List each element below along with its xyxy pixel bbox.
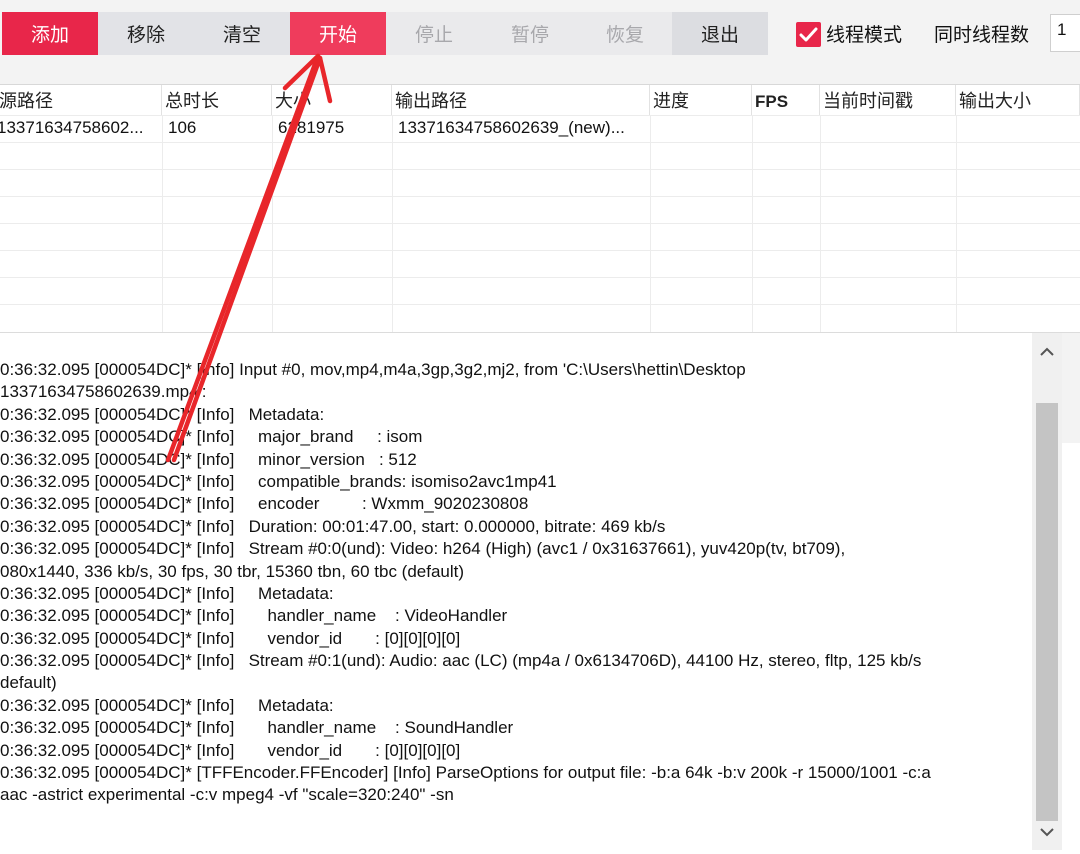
cell-output-path: 13371634758602639_(new)...	[398, 118, 625, 137]
log-line: 0:36:32.095 [000054DC]* [TFFEncoder.FFEn…	[0, 763, 931, 783]
log-line: 0:36:32.095 [000054DC]* [Info] Metadata:	[0, 583, 334, 603]
log-line: 13371634758602639.mp4':	[0, 382, 207, 402]
thread-count-label: 同时线程数	[934, 24, 1030, 46]
log-line: 0:36:32.095 [000054DC]* [Info] Input #0,…	[0, 360, 746, 379]
exit-button[interactable]: 退出	[672, 12, 768, 55]
log-line: aac -astrict experimental -c:v mpeg4 -vf…	[0, 785, 454, 805]
log-panel[interactable]: 0:36:32.095 [000054DC]* [Info] Input #0,…	[0, 332, 1080, 850]
log-line: default)	[0, 673, 57, 693]
cell-source-path: 13371634758602...	[0, 118, 144, 137]
column-divider	[392, 115, 393, 333]
log-line: 0:36:32.095 [000054DC]* [Info] Stream #0…	[0, 539, 846, 559]
thread-mode-checkbox[interactable]	[796, 22, 821, 47]
column-header-duration[interactable]: 总时长	[162, 85, 272, 115]
log-line: 0:36:32.095 [000054DC]* [Info] encoder :…	[0, 494, 529, 514]
log-line: 0:36:32.095 [000054DC]* [Info] Metadata:	[0, 695, 334, 715]
log-line: 0:36:32.095 [000054DC]* [Info] Duration:…	[0, 516, 666, 536]
log-line: 0:36:32.095 [000054DC]* [Info] compatibl…	[0, 471, 557, 491]
log-line: 0:36:32.095 [000054DC]* [Info] vendor_id…	[0, 628, 461, 648]
column-header-source-path[interactable]: 源路径	[0, 85, 162, 115]
log-line: 0:36:32.095 [000054DC]* [Info] handler_n…	[0, 718, 514, 738]
log-line: 0:36:32.095 [000054DC]* [Info] Stream #0…	[0, 651, 922, 671]
column-header-progress[interactable]: 进度	[650, 85, 752, 115]
log-line: 0:36:32.095 [000054DC]* [Info] vendor_id…	[0, 740, 461, 760]
start-button[interactable]: 开始	[290, 12, 386, 55]
log-line: 0:36:32.095 [000054DC]* [Info] minor_ver…	[0, 449, 417, 469]
column-header-output-path[interactable]: 输出路径	[392, 85, 650, 115]
cell-size: 6281975	[278, 118, 345, 137]
task-table: 源路径 总时长 大小 输出路径 进度 FPS 当前时间戳 输出大小 133716…	[0, 84, 1080, 333]
chevron-up-icon	[1040, 347, 1054, 356]
add-button[interactable]: 添加	[2, 12, 98, 55]
log-text: 0:36:32.095 [000054DC]* [Info] Input #0,…	[0, 359, 1032, 807]
column-header-fps[interactable]: FPS	[752, 85, 820, 115]
checkmark-icon	[799, 27, 818, 42]
column-divider	[752, 115, 753, 333]
scrollbar-thumb[interactable]	[1036, 403, 1058, 821]
column-header-size[interactable]: 大小	[272, 85, 392, 115]
toolbar: 添加 移除 清空 开始 停止 暂停 恢复 退出 线程模式 同时线程数 1	[0, 0, 1080, 84]
column-divider	[650, 115, 651, 333]
column-divider	[820, 115, 821, 333]
column-divider	[272, 115, 273, 333]
column-divider	[162, 115, 163, 333]
log-line: 080x1440, 336 kb/s, 30 fps, 30 tbr, 1536…	[0, 561, 465, 581]
stop-button[interactable]: 停止	[386, 12, 482, 55]
column-header-output-size[interactable]: 输出大小	[956, 85, 1080, 115]
pause-button[interactable]: 暂停	[482, 12, 578, 55]
column-divider	[956, 115, 957, 333]
log-line: 0:36:32.095 [000054DC]* [Info] major_bra…	[0, 427, 423, 447]
thread-mode-label[interactable]: 线程模式	[826, 20, 902, 47]
cell-duration: 106	[168, 118, 197, 137]
thread-count-input[interactable]: 1	[1050, 14, 1080, 52]
resume-button[interactable]: 恢复	[578, 12, 672, 55]
log-line: 0:36:32.095 [000054DC]* [Info] handler_n…	[0, 606, 508, 626]
clear-button[interactable]: 清空	[194, 12, 290, 55]
remove-button[interactable]: 移除	[98, 12, 194, 55]
column-header-timestamp[interactable]: 当前时间戳	[820, 85, 956, 115]
scroll-down-button[interactable]	[1032, 815, 1062, 849]
chevron-down-icon	[1040, 828, 1054, 837]
scroll-up-button[interactable]	[1032, 335, 1062, 369]
log-line: 0:36:32.095 [000054DC]* [Info] Metadata:	[0, 404, 325, 424]
side-panel-edge	[1062, 333, 1080, 443]
